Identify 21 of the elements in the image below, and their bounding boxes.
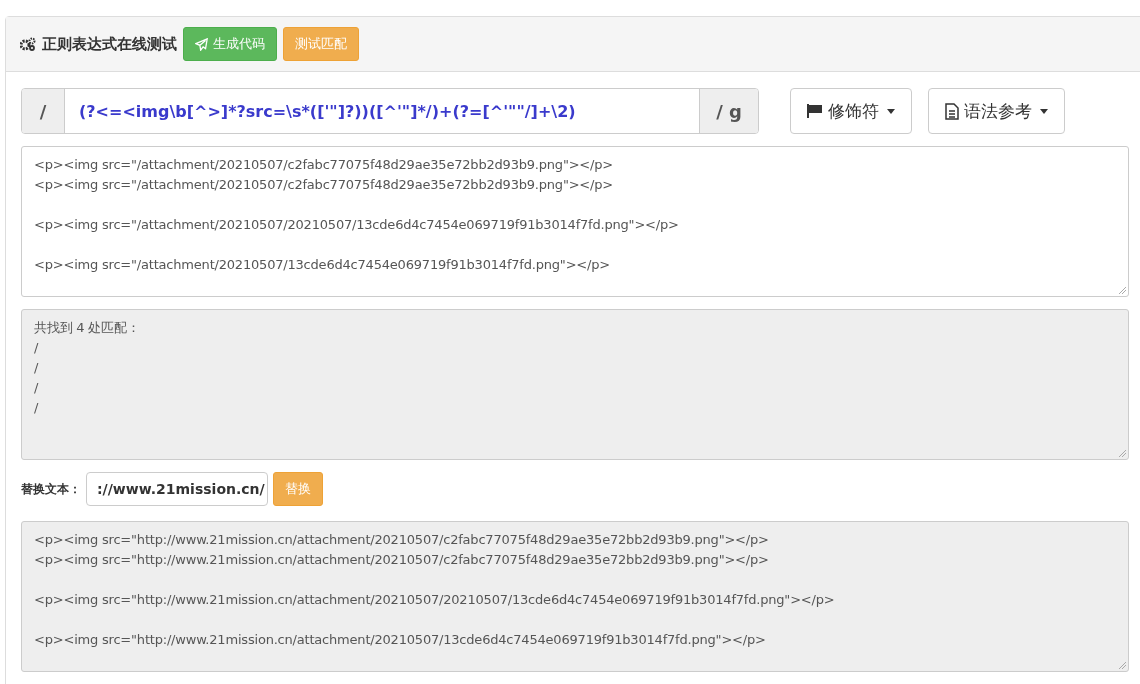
panel-title: 正则表达式在线测试 [42, 34, 177, 54]
resize-grip-icon[interactable] [1119, 287, 1126, 294]
caret-icon [887, 108, 895, 114]
replace-result-area[interactable]: <p><img src="http://www.21mission.cn/attachment/20210507/c2fabc77075f48d29ae35e72bb2d93b9.png"></p> <p><img src="http://www.21mission.cn/attachment/20210507/c2fabc77075f48d29ae35e72bb2d93b9.png"></p> <p><img src="http://www.21mission.cn/attachment/20210507/20210507/13cde6d4c7454e069719f91b3014f7fd.png"></p> <p><img src="http://www.21mission.cn/attachment/20210507/13cde6d4c7454e069719f91b3014f7fd.png"></p> [21, 521, 1129, 672]
regex-input-group[interactable]: / (?<=<img\b[^>]*?src=\s*(['"]?))([^'"]*/)+(?=[^'""/]+\2) / g [21, 88, 759, 134]
dropdown-button[interactable]: 修饰符 [790, 88, 912, 134]
document-icon [945, 102, 959, 120]
regex-prefix: / [22, 89, 65, 133]
replace-label: 替换文本： [21, 480, 81, 498]
dropdown-button[interactable]: 语法参考 [928, 88, 1065, 134]
replace-field[interactable]: ://www.21mission.cn/ [86, 472, 268, 506]
resize-grip-icon[interactable] [1119, 662, 1126, 669]
gears-icon [20, 37, 36, 51]
caret-icon [1040, 108, 1048, 114]
regex-field[interactable]: (?<=<img\b[^>]*?src=\s*(['"]?))([^'"]*/)+(?=[^'""/]+\2) [65, 89, 699, 133]
flag-icon [807, 104, 823, 118]
resize-grip-icon[interactable] [1119, 450, 1126, 457]
source-text-area[interactable]: <p><img src="/attachment/20210507/c2fabc77075f48d29ae35e72bb2d93b9.png"></p> <p><img src="/attachment/20210507/c2fabc77075f48d29ae35e72bb2d93b9.png"></p> <p><img src="/attachment/20210507/20210507/13cde6d4c7454e069719f91b3014f7fd.png"></p> <p><img src="/attachment/20210507/13cde6d4c7454e069719f91b3014f7fd.png"></p> [21, 146, 1129, 297]
paper-plane-icon [195, 37, 208, 51]
regex-flags: / g [699, 89, 758, 133]
match-result-area[interactable]: 共找到 4 处匹配： / / / / [21, 309, 1129, 460]
